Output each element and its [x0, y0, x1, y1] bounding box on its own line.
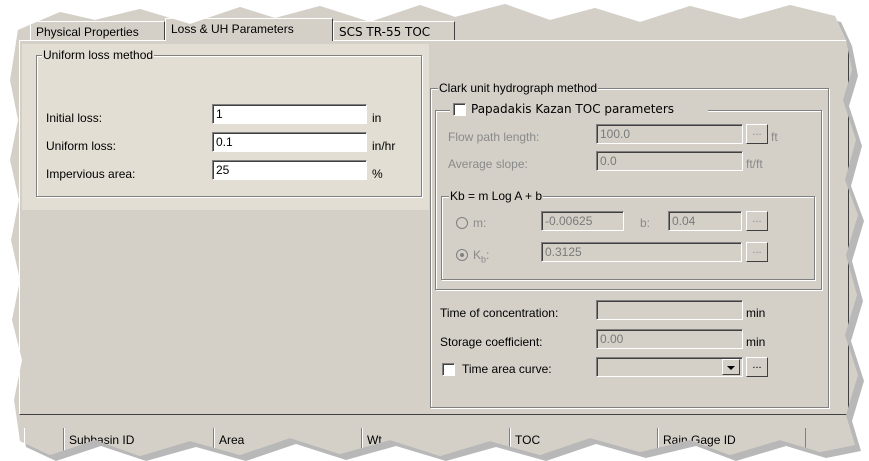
flow-path-unit: ft [771, 130, 778, 144]
average-slope-unit: ft/ft [746, 157, 763, 171]
initial-loss-unit: in [372, 111, 382, 125]
flow-path-browse-button[interactable]: ... [746, 124, 768, 144]
uniform-loss-label: Uniform loss: [46, 139, 117, 153]
kb-label-colon: : [486, 248, 490, 262]
dialog-panel: Physical Properties Loss & UH Parameters… [0, 0, 869, 461]
kb-label-main: K [473, 248, 482, 262]
kb-group-title: Kb = m Log A + b [450, 189, 543, 203]
time-area-curve-select[interactable] [596, 357, 743, 377]
average-slope-label: Average slope: [448, 157, 528, 171]
time-of-concentration-unit: min [746, 306, 766, 320]
m-label: m: [473, 216, 487, 230]
flow-path-length-label: Flow path length: [448, 130, 540, 144]
initial-loss-input[interactable]: 1 [212, 104, 367, 124]
m-b-browse-button[interactable]: ... [746, 211, 768, 231]
papadakis-label: Papadakis Kazan TOC parameters [471, 102, 674, 116]
initial-loss-label: Initial loss: [46, 111, 103, 125]
kb-browse-button[interactable]: ... [746, 242, 768, 262]
m-input[interactable]: -0.00625 [541, 211, 624, 231]
kb-label: Kb: [473, 248, 489, 266]
chevron-down-icon [727, 366, 735, 370]
kb-radio[interactable] [456, 249, 468, 261]
b-input[interactable]: 0.04 [668, 211, 742, 231]
storage-coefficient-input[interactable]: 0.00 [596, 329, 743, 349]
impervious-area-label: Impervious area: [46, 167, 136, 181]
time-of-concentration-label: Time of concentration: [440, 306, 559, 320]
uniform-loss-input[interactable]: 0.1 [212, 132, 367, 152]
m-radio[interactable] [456, 217, 468, 229]
tab-physical-properties[interactable]: Physical Properties [30, 21, 165, 41]
flow-path-length-input[interactable]: 100.0 [596, 124, 743, 144]
kb-group [441, 196, 815, 280]
time-area-curve-checkbox[interactable] [442, 363, 455, 376]
uniform-loss-title: Uniform loss method [43, 48, 154, 62]
time-of-concentration-input[interactable] [596, 300, 743, 320]
papadakis-checkbox[interactable] [453, 103, 466, 116]
time-area-dropdown-button[interactable] [722, 359, 740, 375]
tab-scs-tr55-toc[interactable]: SCS TR-55 TOC [333, 21, 455, 41]
kb-input[interactable]: 0.3125 [541, 242, 742, 262]
impervious-area-input[interactable]: 25 [212, 160, 367, 180]
uniform-loss-unit: in/hr [372, 139, 396, 153]
impervious-area-unit: % [372, 167, 383, 181]
time-area-browse-button[interactable]: ... [746, 357, 768, 377]
average-slope-input[interactable]: 0.0 [596, 151, 743, 171]
time-area-curve-label: Time area curve: [462, 362, 552, 376]
b-label: b: [640, 216, 651, 230]
storage-coefficient-unit: min [746, 335, 766, 349]
storage-coefficient-label: Storage coefficient: [440, 335, 543, 349]
clark-uh-title: Clark unit hydrograph method [439, 81, 598, 95]
